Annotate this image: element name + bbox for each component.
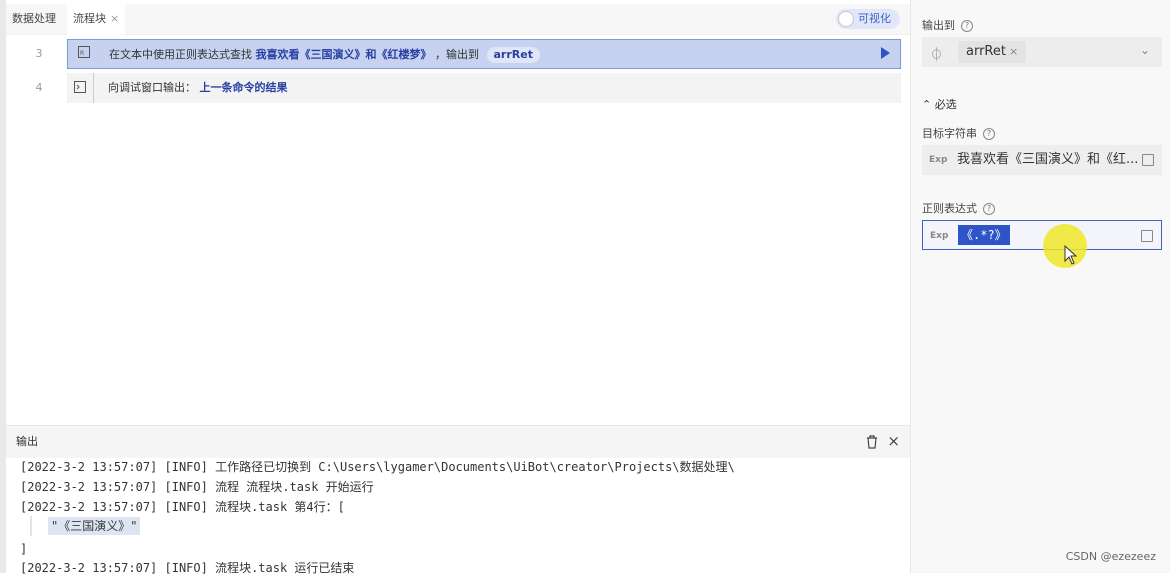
regex-field[interactable]: Exp 《.*?》 — [922, 220, 1162, 250]
regex-selected-text[interactable]: 《.*?》 — [958, 225, 1010, 245]
edit-icon[interactable] — [1142, 154, 1154, 166]
output-to-label: 输出到? — [922, 17, 973, 33]
help-icon[interactable]: ? — [983, 128, 995, 140]
log-line: [2022-3-2 13:57:07] [INFO] 流程块.task 第4行：… — [20, 500, 345, 514]
section-label: 必选 — [934, 98, 957, 111]
toggle-knob — [838, 11, 854, 27]
var-name: arrRet — [966, 44, 1006, 59]
command-target[interactable]: 我喜欢看《三国演义》和《红楼梦》 — [256, 48, 432, 61]
left-edge-bar — [0, 0, 6, 573]
target-string-label: 目标字符串? — [922, 125, 995, 141]
command-mid: ，输出到 — [435, 48, 479, 61]
command-target[interactable]: 上一条命令的结果 — [200, 81, 288, 94]
log-line: ] — [20, 542, 28, 556]
close-icon[interactable]: × — [887, 432, 900, 450]
label-text: 目标字符串 — [922, 127, 977, 140]
command-row-regex[interactable]: R 在文本中使用正则表达式查找 我喜欢看《三国演义》和《红楼梦》 ，输出到 ar… — [67, 39, 901, 69]
output-title: 输出 — [16, 435, 38, 448]
json-indent-guide — [30, 516, 32, 536]
command-row-print[interactable]: 向调试窗口输出： 上一条命令的结果 — [67, 73, 901, 103]
tab-bar: 数据处理 流程块 × 可视化 — [6, 4, 910, 36]
command-prefix: 在文本中使用正则表达式查找 — [109, 48, 252, 61]
log-value-highlight: "《三国演义》" — [48, 517, 141, 535]
run-icon[interactable] — [881, 47, 890, 59]
properties-panel: 输出到? ⏀ arrRet × ⌄ ⌃ 必选 目标字符串? Exp 我喜欢看《三国… — [910, 0, 1170, 573]
log-line: [2022-3-2 13:57:07] [INFO] 流程 流程块.task 开… — [20, 480, 374, 494]
watermark: CSDN @ezezeez — [1065, 550, 1156, 563]
target-string-field[interactable]: Exp 我喜欢看《三国演义》和《红... — [922, 145, 1162, 175]
regex-icon: R — [76, 46, 92, 62]
label-text: 输出到 — [922, 19, 955, 32]
tab-flow-block[interactable]: 流程块 × — [67, 4, 126, 36]
svg-text:R: R — [80, 50, 84, 57]
trash-icon[interactable] — [866, 434, 878, 449]
log-line: [2022-3-2 13:57:07] [INFO] 流程块.task 运行已结… — [20, 561, 355, 575]
line-number: 4 — [35, 81, 43, 94]
tab-label: 数据处理 — [12, 12, 56, 25]
output-panel-header: 输出 × — [6, 425, 910, 458]
tab-data-processing[interactable]: 数据处理 — [6, 4, 62, 34]
command-text: 在文本中使用正则表达式查找 我喜欢看《三国演义》和《红楼梦》 ，输出到 arrR… — [109, 40, 540, 70]
required-section-toggle[interactable]: ⌃ 必选 — [922, 96, 957, 112]
output-var-chip[interactable]: arrRet — [486, 47, 540, 63]
help-icon[interactable]: ? — [961, 20, 973, 32]
chevron-down-icon[interactable]: ⌄ — [1140, 43, 1150, 57]
command-text: 向调试窗口输出： 上一条命令的结果 — [108, 73, 288, 103]
variable-icon: ⏀ — [930, 48, 944, 63]
edit-icon[interactable] — [1141, 230, 1153, 242]
line-number: 3 — [35, 47, 43, 60]
toggle-label: 可视化 — [858, 12, 891, 25]
output-var-select[interactable]: ⏀ arrRet × ⌄ — [922, 37, 1162, 67]
exp-tag[interactable]: Exp — [929, 145, 947, 175]
terminal-icon — [67, 73, 94, 103]
toggle-switch[interactable]: 可视化 — [836, 9, 900, 29]
close-tab-icon[interactable]: × — [110, 12, 119, 25]
command-prefix: 向调试窗口输出： — [108, 81, 196, 94]
log-line: [2022-3-2 13:57:07] [INFO] 工作路径已切换到 C:\U… — [20, 460, 735, 474]
tab-label: 流程块 — [73, 12, 106, 25]
remove-tag-icon[interactable]: × — [1009, 45, 1018, 58]
visualize-toggle[interactable]: 可视化 — [836, 9, 900, 29]
target-string-value[interactable]: 我喜欢看《三国演义》和《红... — [957, 145, 1137, 175]
regex-label: 正则表达式? — [922, 200, 995, 216]
exp-tag[interactable]: Exp — [930, 221, 948, 251]
help-icon[interactable]: ? — [983, 203, 995, 215]
selected-var-tag[interactable]: arrRet × — [958, 41, 1027, 63]
label-text: 正则表达式 — [922, 202, 977, 215]
mouse-pointer-icon — [1064, 244, 1078, 269]
